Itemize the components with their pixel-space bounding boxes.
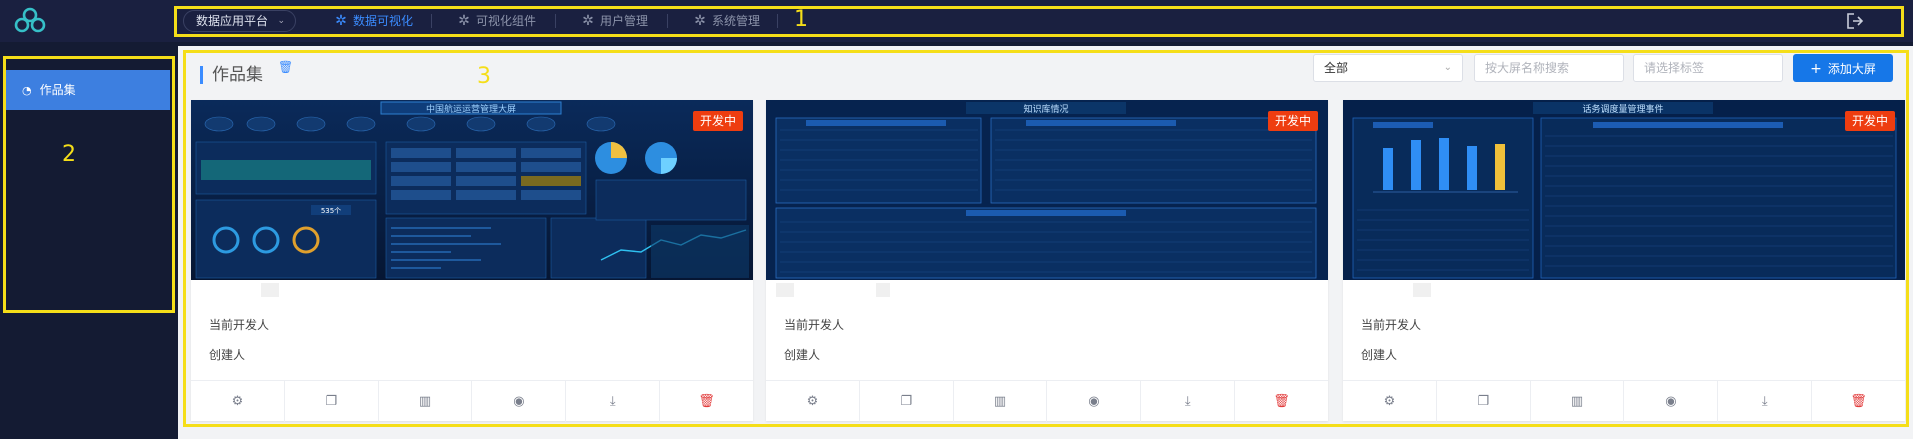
annotation-box-1 bbox=[174, 6, 1904, 37]
annotation-box-2 bbox=[3, 56, 175, 313]
annotation-label-1: 1 bbox=[794, 7, 808, 32]
annotation-box-3 bbox=[183, 50, 1909, 427]
annotation-label-3: 3 bbox=[477, 64, 491, 89]
annotation-label-2: 2 bbox=[62, 142, 76, 167]
app-logo-icon[interactable] bbox=[12, 6, 48, 36]
